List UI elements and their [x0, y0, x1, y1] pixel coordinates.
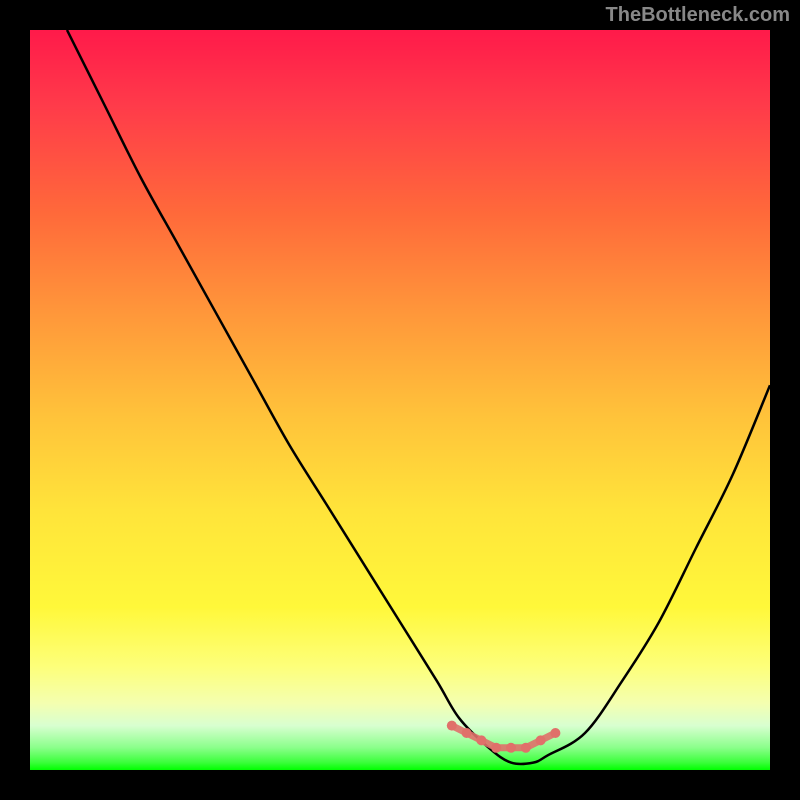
- watermark-text: TheBottleneck.com: [606, 4, 790, 27]
- bottleneck-curve-line: [67, 30, 770, 764]
- chart-container: TheBottleneck.com: [0, 0, 800, 800]
- plot-area: [30, 30, 770, 770]
- chart-svg: [30, 30, 770, 770]
